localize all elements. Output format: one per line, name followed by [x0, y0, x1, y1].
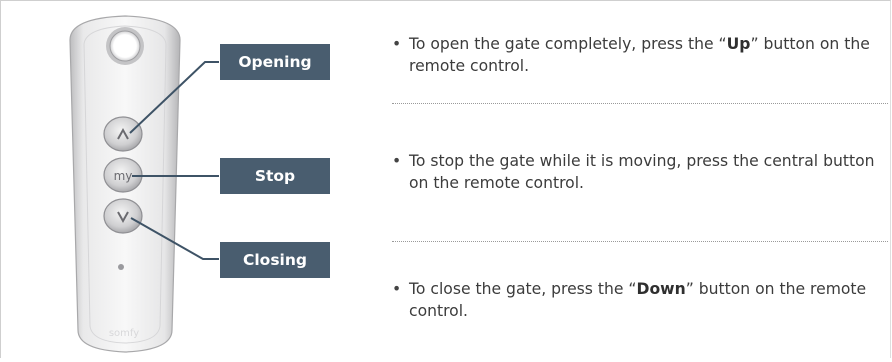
instruction-close: To close the gate, press the “Down” butt…: [392, 278, 888, 322]
led-indicator-icon: [118, 264, 124, 270]
instruction-open-text: To open the gate completely, press the “…: [392, 33, 888, 77]
opening-label: Opening: [220, 44, 330, 80]
keyring-hole-icon: [106, 27, 144, 65]
divider: [392, 241, 888, 242]
stop-label: Stop: [220, 158, 330, 194]
svg-text:my: my: [114, 169, 133, 183]
up-key-name: Up: [726, 35, 751, 53]
up-button-icon: [103, 116, 143, 152]
instruction-stop-text: To stop the gate while it is moving, pre…: [392, 150, 888, 194]
brand-logo: somfy: [109, 328, 139, 339]
divider: [392, 103, 888, 104]
instruction-open: To open the gate completely, press the “…: [392, 33, 888, 77]
instruction-stop: To stop the gate while it is moving, pre…: [392, 150, 888, 194]
closing-label: Closing: [220, 242, 330, 278]
instruction-close-text: To close the gate, press the “Down” butt…: [392, 278, 888, 322]
down-button-icon: [103, 198, 143, 234]
down-key-name: Down: [636, 280, 686, 298]
instructions-panel: To open the gate completely, press the “…: [392, 0, 888, 358]
